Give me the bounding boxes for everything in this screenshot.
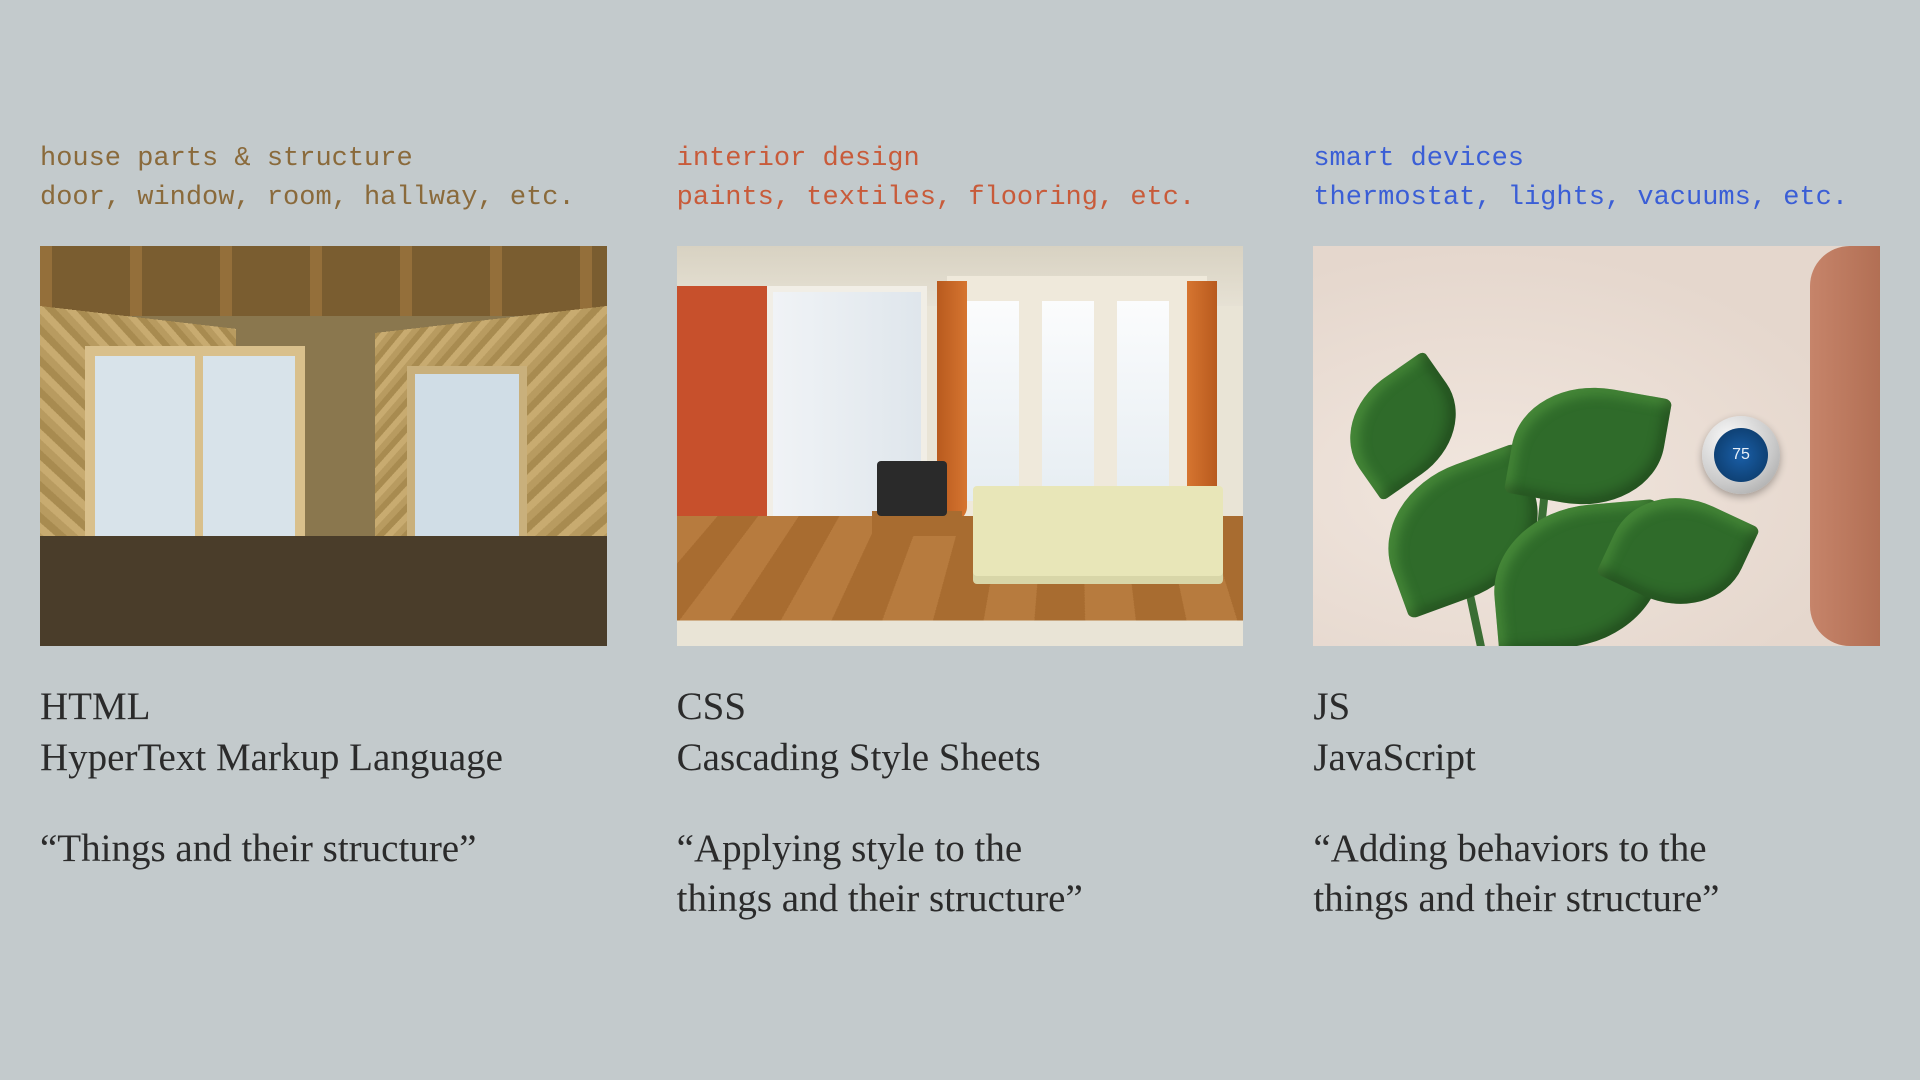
image-house-construction (40, 246, 607, 646)
column-html: house parts & structure door, window, ro… (40, 140, 607, 925)
tech-abbrev-css: CSS (677, 682, 1244, 733)
tech-abbrev-html: HTML (40, 682, 607, 733)
tech-block-js: JS JavaScript “Adding behaviors to the t… (1313, 682, 1880, 925)
tech-fullname-js: JavaScript (1313, 733, 1880, 784)
image-smart-thermostat: 75 (1313, 246, 1880, 646)
tech-fullname-css: Cascading Style Sheets (677, 733, 1244, 784)
tech-tagline-html: “Things and their structure” (40, 824, 607, 875)
tech-abbrev-js: JS (1313, 682, 1880, 733)
tech-block-css: CSS Cascading Style Sheets “Applying sty… (677, 682, 1244, 925)
analogy-label-css: interior design paints, textiles, floori… (677, 140, 1244, 218)
slide-container: house parts & structure door, window, ro… (0, 0, 1920, 925)
analogy-label-html: house parts & structure door, window, ro… (40, 140, 607, 218)
column-js: smart devices thermostat, lights, vacuum… (1313, 140, 1880, 925)
monstera-plant (1343, 346, 1723, 646)
tech-tagline-js: “Adding behaviors to the things and thei… (1313, 824, 1880, 925)
column-css: interior design paints, textiles, floori… (677, 140, 1244, 925)
analogy-label-js: smart devices thermostat, lights, vacuum… (1313, 140, 1880, 218)
tech-block-html: HTML HyperText Markup Language “Things a… (40, 682, 607, 874)
tech-fullname-html: HyperText Markup Language (40, 733, 607, 784)
tech-tagline-css: “Applying style to the things and their … (677, 824, 1244, 925)
image-finished-bedroom (677, 246, 1244, 646)
